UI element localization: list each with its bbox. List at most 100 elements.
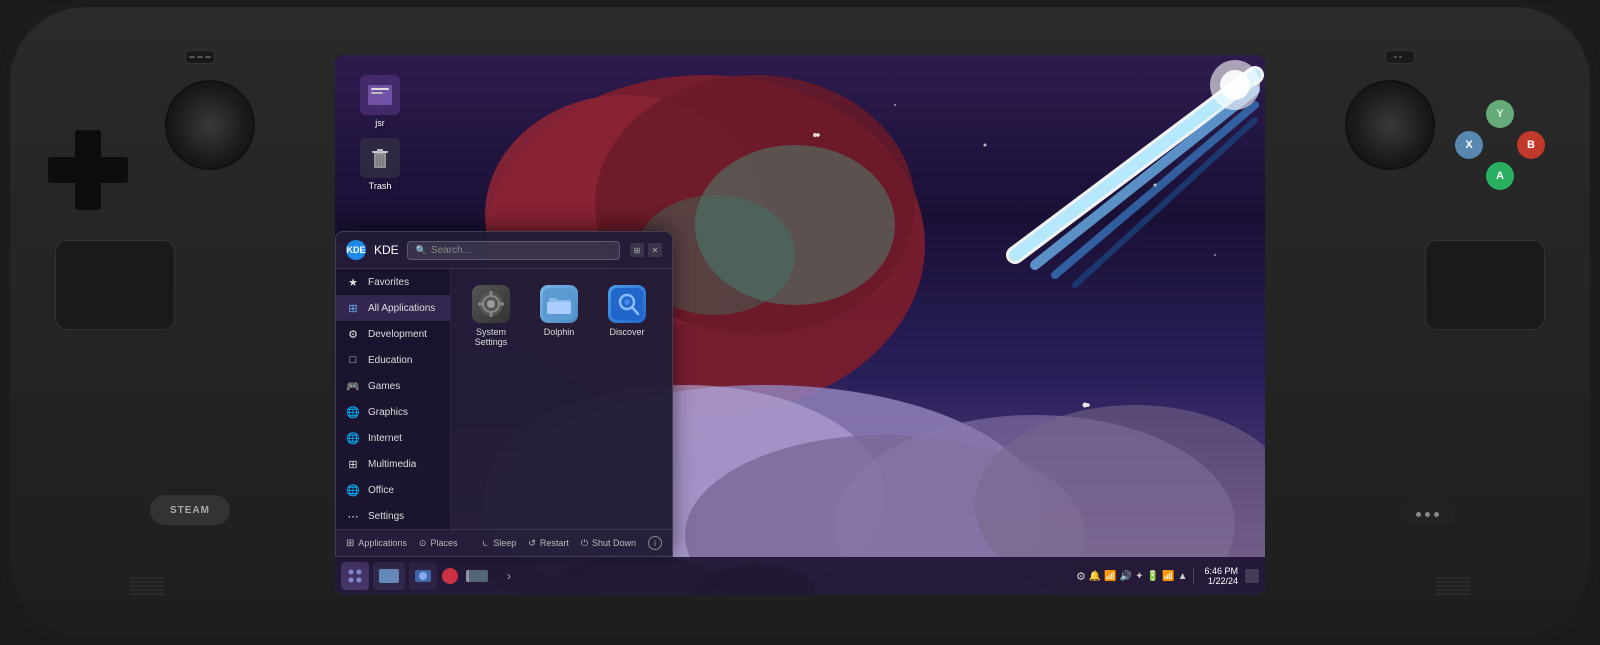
abxy-buttons: Y X B A	[1455, 100, 1545, 190]
three-dots-button[interactable]	[1400, 503, 1455, 525]
taskbar-pinned-app-1[interactable]	[373, 562, 405, 590]
tray-star-icon[interactable]: ✦	[1135, 571, 1143, 582]
steam-button[interactable]: STEAM	[150, 495, 230, 525]
kde-menu-content: System Settings	[451, 269, 672, 529]
left-analog-stick[interactable]	[165, 80, 255, 170]
taskbar-pinned-app-3[interactable]	[441, 567, 459, 585]
right-speaker	[1435, 577, 1470, 595]
sidebar-item-graphics[interactable]: 🌐 Graphics	[336, 399, 450, 425]
clock-time: 6:46 PM	[1204, 566, 1238, 576]
right-touchpad[interactable]	[1425, 240, 1545, 330]
settings-label: Settings	[368, 511, 404, 522]
sidebar-item-development[interactable]: ⚙ Development	[336, 321, 450, 347]
y-label: Y	[1496, 108, 1503, 120]
restart-footer-btn[interactable]: ↺ Restart	[528, 538, 569, 549]
screen-toggle-btn[interactable]	[1245, 569, 1259, 583]
favorites-icon: ★	[346, 275, 360, 289]
dpad[interactable]	[48, 130, 128, 210]
multimedia-label: Multimedia	[368, 459, 416, 470]
a-button[interactable]: A	[1486, 162, 1514, 190]
taskbar-arrow-btn[interactable]: ›	[495, 562, 523, 590]
controller-right: Y X B A	[1265, 0, 1600, 645]
kde-logo: KDE	[346, 240, 366, 260]
tray-settings-icon[interactable]: ⚙	[1076, 570, 1086, 583]
app-item-discover[interactable]: Discover	[597, 279, 657, 353]
places-footer-btn[interactable]: ⊙ Places	[419, 538, 458, 549]
desktop: jsr Trash	[335, 55, 1265, 595]
dolphin-app-icon	[540, 285, 578, 323]
kde-title: KDE	[374, 243, 399, 257]
right-analog-stick[interactable]	[1345, 80, 1435, 170]
graphics-label: Graphics	[368, 407, 408, 418]
sidebar-item-internet[interactable]: 🌐 Internet	[336, 425, 450, 451]
shutdown-label: Shut Down	[592, 538, 636, 548]
taskbar-pinned-app-2[interactable]	[409, 562, 437, 590]
system-settings-label: System Settings	[465, 327, 517, 347]
screen: jsr Trash	[335, 55, 1265, 595]
shutdown-footer-btn[interactable]: ⏻ Shut Down	[581, 538, 636, 549]
app-grid: System Settings	[461, 279, 662, 353]
search-icon: 🔍	[416, 245, 427, 256]
internet-label: Internet	[368, 433, 402, 444]
b-button[interactable]: B	[1517, 131, 1545, 159]
b-label: B	[1527, 139, 1535, 151]
kde-menu-header: KDE KDE 🔍 Search... ⊞ ✕	[336, 232, 672, 269]
x-button[interactable]: X	[1455, 131, 1483, 159]
education-icon: □	[346, 353, 360, 367]
sidebar-item-all-apps[interactable]: ⊞ All Applications	[336, 295, 450, 321]
discover-label: Discover	[609, 327, 644, 337]
sidebar-item-games[interactable]: 🎮 Games	[336, 373, 450, 399]
taskbar-pinned-app-4[interactable]	[463, 562, 491, 590]
tray-battery-icon[interactable]: 🔋	[1147, 571, 1159, 582]
kde-search-box[interactable]: 🔍 Search...	[407, 241, 620, 260]
applications-footer-label: Applications	[358, 538, 407, 548]
desktop-icon-jsr[interactable]: jsr	[350, 75, 410, 128]
settings-icon: ⋯	[346, 509, 360, 523]
multimedia-icon: ⊞	[346, 457, 360, 471]
applications-footer-btn[interactable]: ⊞ Applications	[346, 538, 407, 549]
clock[interactable]: 6:46 PM 1/22/24	[1204, 566, 1238, 586]
taskbar: › ⚙ 🔔 📶 🔊 ✦ 🔋 📶 ▲ 6:46 PM	[335, 557, 1265, 595]
controller-left: STEAM	[0, 0, 335, 645]
tray-volume-icon[interactable]: 🔊	[1120, 571, 1132, 582]
dot-1	[1416, 512, 1421, 517]
sidebar-item-favorites[interactable]: ★ Favorites	[336, 269, 450, 295]
left-speaker	[130, 577, 165, 595]
discover-app-icon	[608, 285, 646, 323]
shutdown-info-btn[interactable]: i	[648, 536, 662, 550]
a-label: A	[1496, 170, 1504, 182]
left-touchpad[interactable]	[55, 240, 175, 330]
sidebar-item-education[interactable]: □ Education	[336, 347, 450, 373]
app-item-dolphin[interactable]: Dolphin	[529, 279, 589, 353]
clock-date: 1/22/24	[1208, 576, 1238, 586]
all-apps-icon: ⊞	[346, 301, 360, 315]
menu-view-button[interactable]: ⊞	[630, 243, 644, 257]
desktop-icon-trash[interactable]: Trash	[350, 138, 410, 191]
tray-expand-icon[interactable]: ▲	[1178, 571, 1188, 582]
kde-menu-footer: ⊞ Applications ⊙ Places ⏾ Sleep ↺ Resta	[336, 529, 672, 556]
sleep-footer-btn[interactable]: ⏾ Sleep	[482, 538, 516, 549]
favorites-label: Favorites	[368, 277, 409, 288]
tray-wifi-icon[interactable]: 📶	[1104, 571, 1116, 582]
games-icon: 🎮	[346, 379, 360, 393]
graphics-icon: 🌐	[346, 405, 360, 419]
tray-signal-icon[interactable]: 📶	[1162, 571, 1174, 582]
menu-right-button[interactable]	[1385, 50, 1415, 64]
places-icon: ⊙	[419, 538, 427, 549]
education-label: Education	[368, 355, 412, 366]
dolphin-label: Dolphin	[544, 327, 575, 337]
sidebar-item-office[interactable]: 🌐 Office	[336, 477, 450, 503]
sidebar-item-multimedia[interactable]: ⊞ Multimedia	[336, 451, 450, 477]
taskbar-launcher-btn[interactable]	[341, 562, 369, 590]
app-item-system-settings[interactable]: System Settings	[461, 279, 521, 353]
shutdown-icon: ⏻	[581, 538, 588, 549]
menu-close-button[interactable]: ✕	[648, 243, 662, 257]
tray-notification-icon[interactable]: 🔔	[1089, 571, 1101, 582]
y-button[interactable]: Y	[1486, 100, 1514, 128]
steam-label: STEAM	[170, 505, 210, 516]
sleep-icon: ⏾	[482, 538, 489, 549]
menu-left-button[interactable]	[185, 50, 215, 64]
desktop-icons: jsr Trash	[350, 75, 410, 191]
kde-menu: KDE KDE 🔍 Search... ⊞ ✕	[335, 231, 673, 557]
sidebar-item-settings[interactable]: ⋯ Settings	[336, 503, 450, 529]
